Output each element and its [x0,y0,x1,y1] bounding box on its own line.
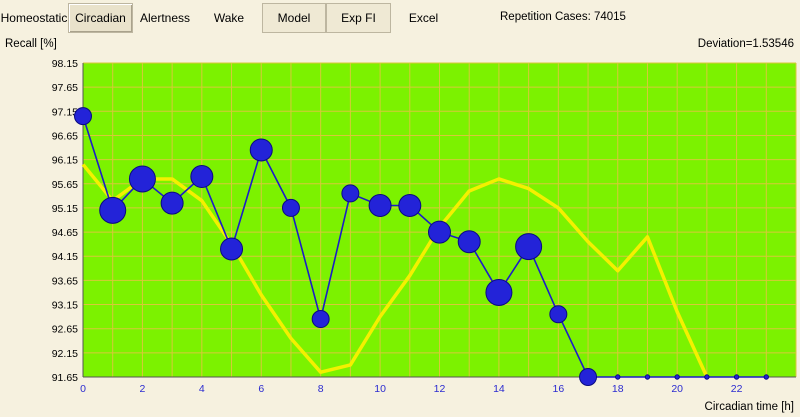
measured-data-point [674,374,680,380]
x-tick-label: 12 [434,383,446,395]
x-tick-label: 22 [731,383,743,395]
y-tick-label: 96.65 [52,130,78,142]
y-tick-label: 94.15 [52,251,78,263]
measured-data-point [579,368,598,386]
y-tick-label: 93.15 [52,300,78,312]
x-tick-label: 6 [258,383,264,395]
x-tick-label: 10 [374,383,386,395]
x-tick-label: 20 [671,383,683,395]
measured-data-point [74,107,92,126]
x-tick-label: 2 [139,383,145,395]
y-tick-label: 98.15 [52,58,78,70]
measured-data-point [549,305,568,324]
y-tick-label: 96.15 [52,155,78,167]
measured-data-point [615,374,621,380]
x-tick-label: 18 [612,383,624,395]
x-tick-label: 0 [80,383,86,395]
measured-data-point [281,198,300,217]
measured-data-point [341,184,360,203]
measured-data-point [249,138,273,162]
x-tick-label: 14 [493,383,505,395]
x-tick-label: 4 [199,383,205,395]
measured-data-point [485,278,513,306]
chart: 91.65 92.15 92.65 93.15 93.65 94.15 94.65 95.15… [52,58,797,395]
measured-data-point [763,374,769,380]
measured-data-point [311,310,330,329]
measured-data-point [160,191,184,215]
y-tick-label: 94.65 [52,227,78,239]
measured-data-point [704,374,710,380]
y-tick-label: 92.15 [52,348,78,360]
y-tick-label: 92.65 [52,324,78,336]
measured-data-point [428,220,451,244]
measured-data-point [220,237,244,261]
y-tick-label: 93.65 [52,275,78,287]
measured-data-point [368,194,392,218]
measured-data-point [515,233,543,261]
x-tick-label: 8 [318,383,324,395]
measured-data-point [457,230,481,254]
x-tick-label: 16 [552,383,564,395]
y-tick-label: 95.15 [52,203,78,215]
measured-data-point [99,196,127,224]
y-tick-label: 97.65 [52,82,78,94]
measured-data-point [644,374,651,380]
y-tick-label: 91.65 [52,372,78,384]
measured-data-point [398,194,422,218]
measured-data-point [190,165,214,189]
measured-data-point [128,165,156,193]
measured-data-point [733,374,740,380]
y-tick-label: 95.65 [52,179,78,191]
